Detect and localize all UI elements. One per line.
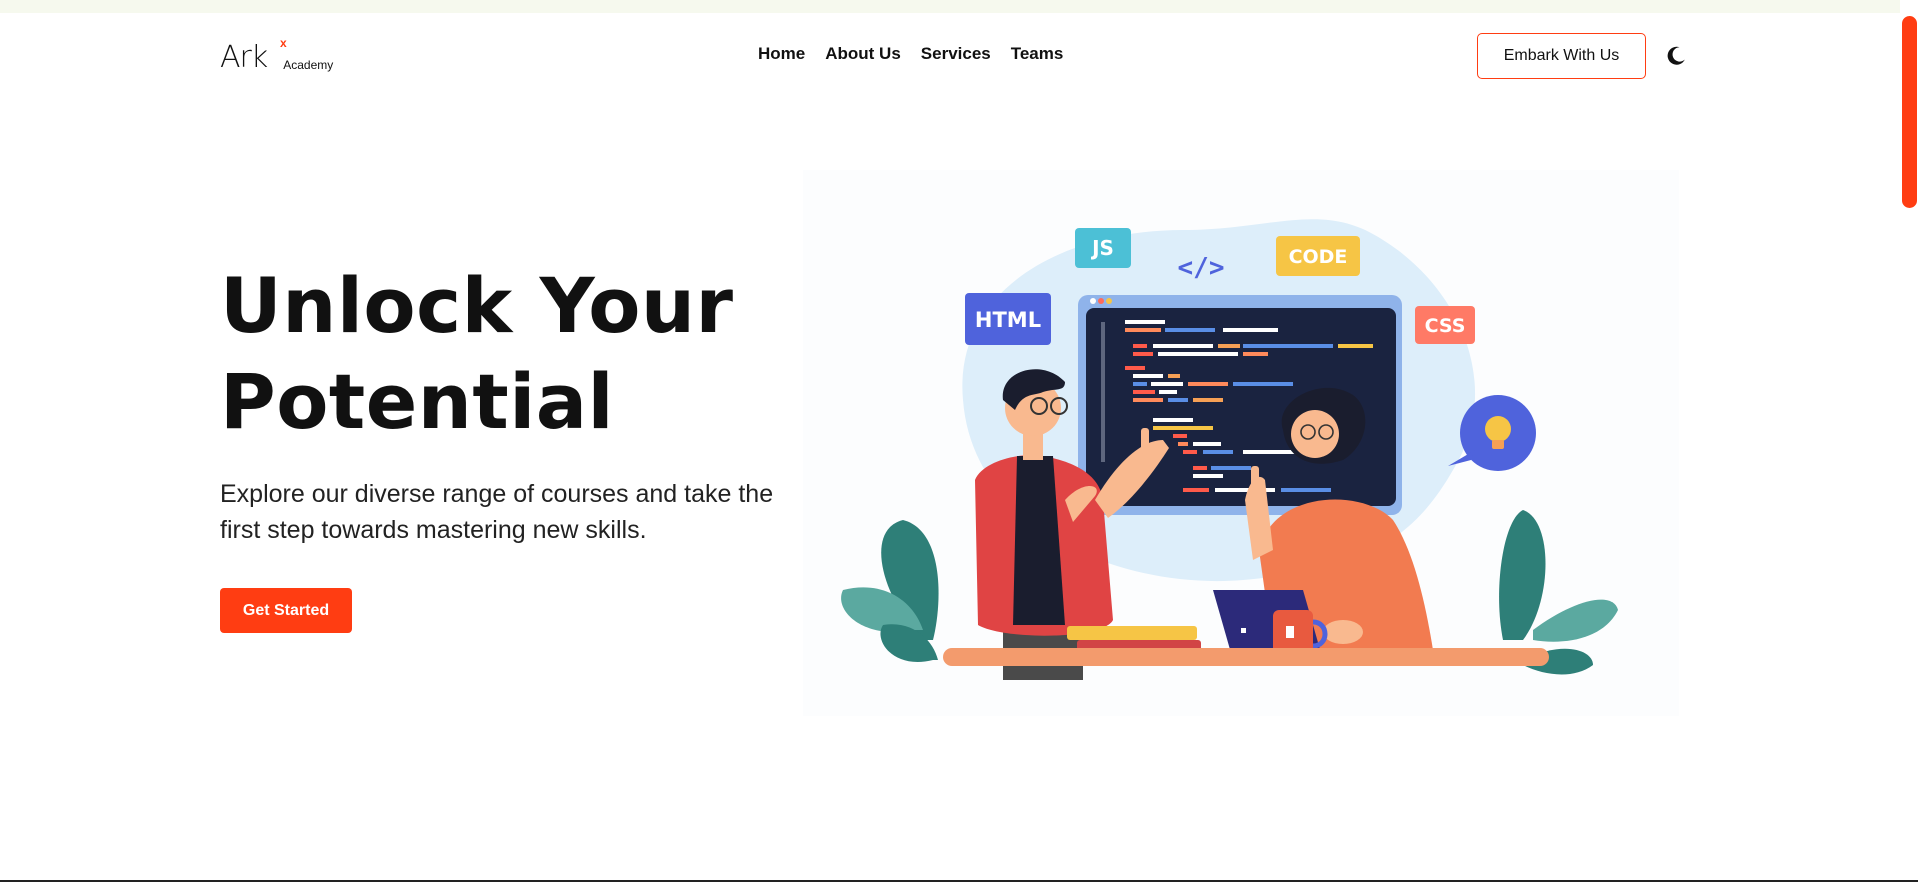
- hero-title-line-2: Potential: [220, 357, 615, 446]
- logo-wordmark: Ark: [220, 40, 268, 75]
- js-tag-label: JS: [1090, 236, 1114, 260]
- desk: [943, 648, 1549, 666]
- logo[interactable]: Ark x Academy: [220, 34, 333, 74]
- hero-description: Explore our diverse range of courses and…: [220, 480, 774, 544]
- hero-title: Unlock Your Potential: [220, 258, 840, 450]
- nav-services[interactable]: Services: [921, 44, 991, 64]
- nav-home[interactable]: Home: [758, 44, 805, 64]
- embark-button[interactable]: Embark With Us: [1477, 33, 1646, 79]
- code-bracket-label: </>: [1178, 253, 1225, 283]
- get-started-button[interactable]: Get Started: [220, 588, 352, 633]
- css-tag-label: CSS: [1425, 315, 1466, 337]
- nav-teams[interactable]: Teams: [1011, 44, 1064, 64]
- logo-mark: x: [280, 36, 287, 50]
- site-header: Ark x Academy Home About Us Services Tea…: [220, 28, 1690, 84]
- logo-subtitle: Academy: [283, 58, 334, 72]
- nav-about-us[interactable]: About Us: [825, 44, 901, 64]
- moon-icon[interactable]: [1664, 44, 1688, 68]
- scrollbar-thumb[interactable]: [1902, 16, 1917, 208]
- book-top: [1067, 626, 1197, 640]
- scrollbar-track[interactable]: [1900, 0, 1918, 882]
- coding-illustration: JS HTML </> CODE CSS: [841, 219, 1618, 680]
- lightbulb-icon: [1485, 416, 1511, 442]
- code-tag-label: CODE: [1289, 246, 1348, 268]
- hero-title-line-1: Unlock Your: [220, 261, 734, 350]
- html-tag-label: HTML: [975, 308, 1041, 332]
- top-strip: [0, 0, 1918, 13]
- main-nav: Home About Us Services Teams: [758, 44, 1063, 64]
- hero-illustration: JS HTML </> CODE CSS: [803, 170, 1679, 716]
- plant-right: [1499, 510, 1546, 640]
